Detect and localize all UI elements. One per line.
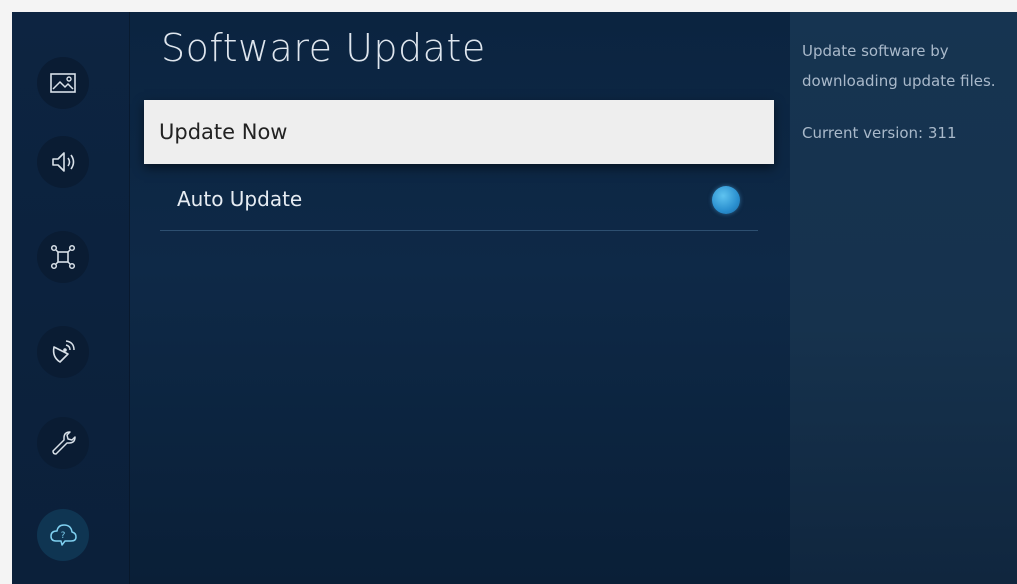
tv-screen: ? Software Update Update Now Auto Update… [12,12,1017,584]
info-panel: Update software by downloading update fi… [790,12,1017,584]
sidebar-item-broadcasting[interactable] [37,326,89,378]
network-icon [50,244,76,270]
auto-update-toggle[interactable] [712,186,740,214]
menu-item-auto-update[interactable]: Auto Update [160,167,758,231]
broadcasting-icon [52,340,75,363]
picture-icon [50,73,76,93]
current-version: Current version: 311 [802,124,957,142]
page-title: Software Update [161,26,486,70]
menu-item-label: Update Now [159,120,288,144]
info-description: Update software by downloading update fi… [802,42,996,90]
menu-item-update-now[interactable]: Update Now [144,100,774,164]
settings-sidebar: ? [12,12,130,584]
sidebar-item-support[interactable]: ? [37,509,89,561]
sidebar-item-picture[interactable] [37,57,89,109]
svg-text:?: ? [61,531,66,541]
software-update-panel: Software Update Update Now Auto Update [130,12,790,584]
support-cloud-icon: ? [50,524,77,546]
sound-icon [52,152,75,172]
sidebar-item-general[interactable] [37,417,89,469]
wrench-icon [52,431,76,455]
menu-item-label: Auto Update [177,186,303,211]
sidebar-item-network[interactable] [37,231,89,283]
sidebar-item-sound[interactable] [37,136,89,188]
